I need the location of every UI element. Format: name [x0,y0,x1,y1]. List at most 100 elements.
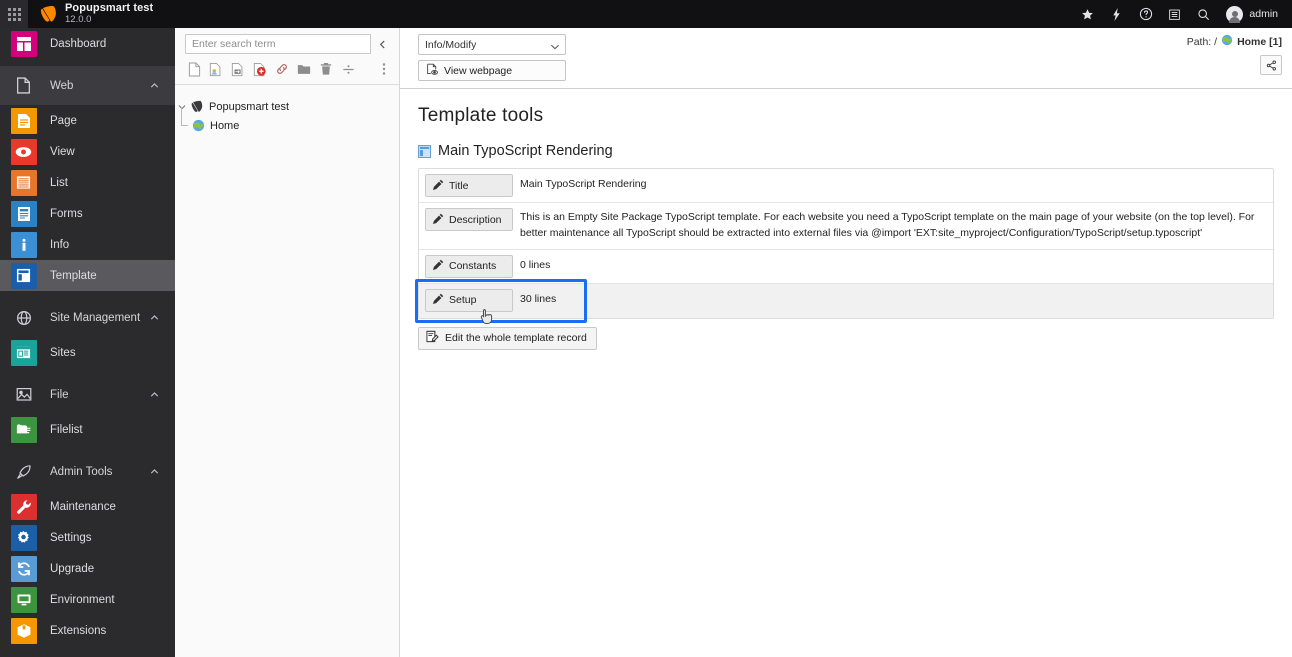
breadcrumb-prefix: Path: / [1186,35,1218,48]
page-with-user-icon[interactable] [205,58,227,80]
help-question-icon[interactable] [1131,0,1160,28]
user-menu[interactable]: admin [1218,5,1284,23]
globe-outline-icon [8,302,39,333]
globe-page-icon [1221,34,1233,49]
sidebar-item-label: Admin Tools [50,465,113,478]
vertical-dots-icon[interactable] [373,58,395,80]
bookmark-star-icon[interactable] [1073,0,1102,28]
page-title: Template tools [418,105,544,126]
sidebar-item-environment[interactable]: Environment [0,584,175,615]
edit-record-icon [426,330,439,346]
tree-node-home[interactable]: Home [175,107,399,135]
tree-node-label: Home [210,119,240,132]
sidebar-item-forms[interactable]: Forms [0,198,175,229]
chevron-left-icon[interactable] [371,34,393,54]
main-content: Info/Modify View webpage Path: / Home [1… [400,28,1292,657]
new-page-red-icon[interactable] [249,58,271,80]
wrench-icon [8,491,39,522]
package-box-icon [8,615,39,646]
filelist-icon [8,414,39,445]
info-icon [8,229,39,260]
sidebar-group-site-management[interactable]: Site Management [0,298,175,337]
sidebar-item-label: Web [50,79,74,92]
template-info-panel: Title Main TypoScript Rendering Descript… [415,168,1274,324]
folder-icon[interactable] [293,58,315,80]
template-icon [8,260,39,291]
chevron-up-icon[interactable] [145,390,163,399]
sidebar-item-label: Upgrade [50,562,95,575]
view-webpage-button[interactable]: View webpage [418,60,566,81]
sidebar-item-template[interactable]: Template [0,260,175,291]
sidebar-item-label: Dashboard [50,37,107,50]
sidebar-item-settings[interactable]: Settings [0,522,175,553]
sidebar-group-system[interactable]: System [0,653,175,657]
globe-page-icon [189,119,207,132]
tree-node-label: Popupsmart test [209,100,290,113]
edit-whole-template-record-button[interactable]: Edit the whole template record [418,326,597,350]
edit-record-row: Edit the whole template record [418,326,1274,350]
edit-setup-button[interactable]: Setup [425,288,513,312]
table-row-title: Title Main TypoScript Rendering [419,169,1273,203]
sidebar-item-label: Sites [50,346,76,359]
tree-node-root[interactable]: Popupsmart test [175,97,399,116]
sidebar-item-list[interactable]: List [0,167,175,198]
page-tree: Popupsmart test Home [175,85,399,657]
sidebar-group-admin-tools[interactable]: Admin Tools [0,452,175,491]
app-shell: Dashboard Web Page View List Forms Info Templat… [0,28,1292,657]
flash-bolt-icon[interactable] [1102,0,1131,28]
sidebar-item-label: Filelist [50,423,83,436]
page-import-icon[interactable] [227,58,249,80]
table-row-constants: Constants 0 lines [419,250,1273,284]
sidebar-item-filelist[interactable]: Filelist [0,414,175,445]
sidebar-item-info[interactable]: Info [0,229,175,260]
edit-record-label: Edit the whole template record [445,332,587,344]
sidebar-item-page[interactable]: Page [0,105,175,136]
row-label: Title [449,179,469,192]
view-webpage-label: View webpage [444,64,513,77]
table-row-description: Description This is an Empty Site Packag… [419,203,1273,250]
sidebar-group-file[interactable]: File [0,375,175,414]
brand-area: Popupsmart test 12.0.0 [28,0,153,28]
search-input[interactable] [185,34,371,54]
sidebar-item-label: File [50,388,69,401]
gear-icon [8,522,39,553]
doc-header-right: Path: / Home [1] [1187,34,1282,75]
sidebar-item-label: Site Management [50,311,141,324]
template-small-icon [418,144,431,158]
trash-icon[interactable] [315,58,337,80]
sidebar-item-label: Template [50,269,97,282]
sidebar-group-web[interactable]: Web [0,66,175,105]
chevron-up-icon[interactable] [145,81,163,90]
row-label-cell: Title [419,169,514,202]
sidebar-item-view[interactable]: View [0,136,175,167]
chevron-up-icon[interactable] [145,467,163,476]
grid-waffle-icon [7,7,21,21]
row-label: Constants [449,260,497,272]
sidebar-item-label: View [50,145,75,158]
breadcrumb-current: Home [1] [1237,35,1282,48]
module-select[interactable]: Info/Modify [418,34,566,55]
chevron-up-icon[interactable] [145,313,163,322]
sidebar-item-label: Forms [50,207,83,220]
pencil-icon [433,293,444,307]
edit-title-button[interactable]: Title [425,174,513,197]
sidebar-item-sites[interactable]: Sites [0,337,175,368]
new-page-icon[interactable] [183,58,205,80]
divider-icon[interactable] [337,58,359,80]
edit-constants-button[interactable]: Constants [425,254,513,278]
sidebar-item-extensions[interactable]: Extensions [0,615,175,646]
sidebar-item-upgrade[interactable]: Upgrade [0,553,175,584]
image-outline-icon [8,379,39,410]
search-icon[interactable] [1189,0,1218,28]
avatar [1226,5,1244,23]
sidebar-item-maintenance[interactable]: Maintenance [0,491,175,522]
list-icon[interactable] [1160,0,1189,28]
module-menu-toggle[interactable] [0,0,28,28]
dashboard-icon [8,28,39,59]
share-icon[interactable] [1260,55,1282,75]
edit-description-button[interactable]: Description [425,208,513,231]
row-label-cell: Constants [419,250,514,283]
sites-icon [8,337,39,368]
sidebar-item-dashboard[interactable]: Dashboard [0,28,175,59]
link-icon[interactable] [271,58,293,80]
